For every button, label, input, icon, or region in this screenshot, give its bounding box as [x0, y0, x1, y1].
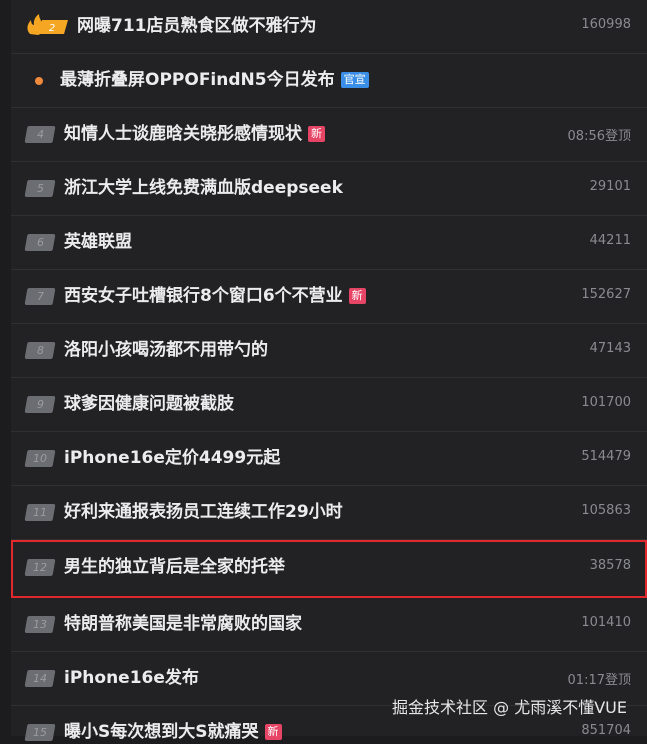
hot-item-title: 知情人士谈鹿晗关晓彤感情现状新: [64, 122, 325, 146]
hot-item-11[interactable]: 11 好利来通报表扬员工连续工作29小时 105863: [11, 486, 647, 540]
hot-item-count: 101410: [581, 615, 631, 630]
hot-dot-icon: [35, 77, 43, 85]
hot-item-title-text: 曝小S每次想到大S就痛哭: [64, 722, 259, 742]
hot-item-title: iPhone16e发布: [64, 668, 199, 688]
rank-badge: 10: [24, 450, 56, 467]
hot-search-list: 2 网曝711店员熟食区做不雅行为 160998 最薄折叠屏OPPOFindN5…: [11, 0, 647, 742]
rank-badge: 6: [24, 234, 56, 251]
hot-item-title: 特朗普称美国是非常腐败的国家: [64, 614, 302, 634]
hot-flame-icon: 2: [27, 14, 68, 35]
hot-item-count: 38578: [589, 558, 631, 573]
hot-item-title: 洛阳小孩喝汤都不用带勺的: [64, 340, 268, 360]
hot-item-12-highlighted[interactable]: 12 男生的独立背后是全家的托举 38578: [11, 540, 647, 598]
hot-item-count: 08:56登顶: [567, 129, 631, 144]
svg-text:2: 2: [49, 23, 55, 34]
rank-badge: 13: [24, 616, 56, 633]
hot-item-title: 浙江大学上线免费满血版deepseek: [64, 178, 343, 198]
rank-badge: 4: [24, 126, 56, 143]
hot-item-count: 152627: [581, 287, 631, 302]
rank-badge: 9: [24, 396, 56, 413]
rank-badge: 7: [24, 288, 56, 305]
hot-item-8[interactable]: 8 洛阳小孩喝汤都不用带勺的 47143: [11, 324, 647, 378]
hot-item-4[interactable]: 4 知情人士谈鹿晗关晓彤感情现状新 08:56登顶: [11, 108, 647, 162]
hot-item-1[interactable]: 2 网曝711店员熟食区做不雅行为 160998: [11, 0, 647, 54]
official-tag: 官宣: [340, 72, 369, 88]
hot-item-title: iPhone16e定价4499元起: [64, 448, 281, 468]
hot-item-count: 101700: [581, 395, 631, 410]
hot-item-7[interactable]: 7 西安女子吐槽银行8个窗口6个不营业新 152627: [11, 270, 647, 324]
hot-item-title: 最薄折叠屏OPPOFindN5今日发布 官宣: [60, 68, 369, 92]
hot-item-count: 01:17登顶: [567, 673, 631, 688]
hot-item-count: 105863: [581, 503, 631, 518]
rank-badge: 11: [24, 504, 56, 521]
hot-item-6[interactable]: 6 英雄联盟 44211: [11, 216, 647, 270]
hot-item-title: 男生的独立背后是全家的托举: [64, 557, 285, 577]
hot-item-count: 47143: [589, 341, 631, 356]
hot-item-title: 球爹因健康问题被截肢: [64, 394, 234, 414]
rank-badge: 12: [24, 559, 56, 576]
hot-item-title: 曝小S每次想到大S就痛哭新: [64, 720, 282, 744]
hot-item-count: 29101: [589, 179, 631, 194]
rank-badge: 5: [24, 180, 56, 197]
hot-item-13[interactable]: 13 特朗普称美国是非常腐败的国家 101410: [11, 598, 647, 652]
rank-badge: 14: [24, 670, 56, 687]
hot-item-title: 网曝711店员熟食区做不雅行为: [77, 16, 317, 36]
rank-badge: 15: [24, 724, 56, 741]
hot-item-10[interactable]: 10 iPhone16e定价4499元起 514479: [11, 432, 647, 486]
hot-item-title: 西安女子吐槽银行8个窗口6个不营业新: [64, 284, 366, 308]
hot-item-title: 好利来通报表扬员工连续工作29小时: [64, 502, 343, 522]
hot-item-count: 44211: [589, 233, 631, 248]
hot-item-title-text: 知情人士谈鹿晗关晓彤感情现状: [64, 124, 302, 144]
new-tag: 新: [308, 126, 325, 142]
hot-item-title-text: 最薄折叠屏OPPOFindN5今日发布: [60, 70, 335, 90]
hot-item-count: 514479: [581, 449, 631, 464]
watermark: 掘金技术社区 @ 尤雨溪不懂VUE: [392, 698, 627, 717]
rank-badge: 8: [24, 342, 56, 359]
hot-item-5[interactable]: 5 浙江大学上线免费满血版deepseek 29101: [11, 162, 647, 216]
new-tag: 新: [264, 724, 282, 740]
hot-item-2[interactable]: 最薄折叠屏OPPOFindN5今日发布 官宣: [11, 54, 647, 108]
hot-item-title-text: 西安女子吐槽银行8个窗口6个不营业: [64, 286, 343, 306]
hot-item-count: 160998: [581, 17, 631, 32]
new-tag: 新: [348, 288, 366, 304]
hot-item-title: 英雄联盟: [64, 232, 132, 252]
hot-item-9[interactable]: 9 球爹因健康问题被截肢 101700: [11, 378, 647, 432]
